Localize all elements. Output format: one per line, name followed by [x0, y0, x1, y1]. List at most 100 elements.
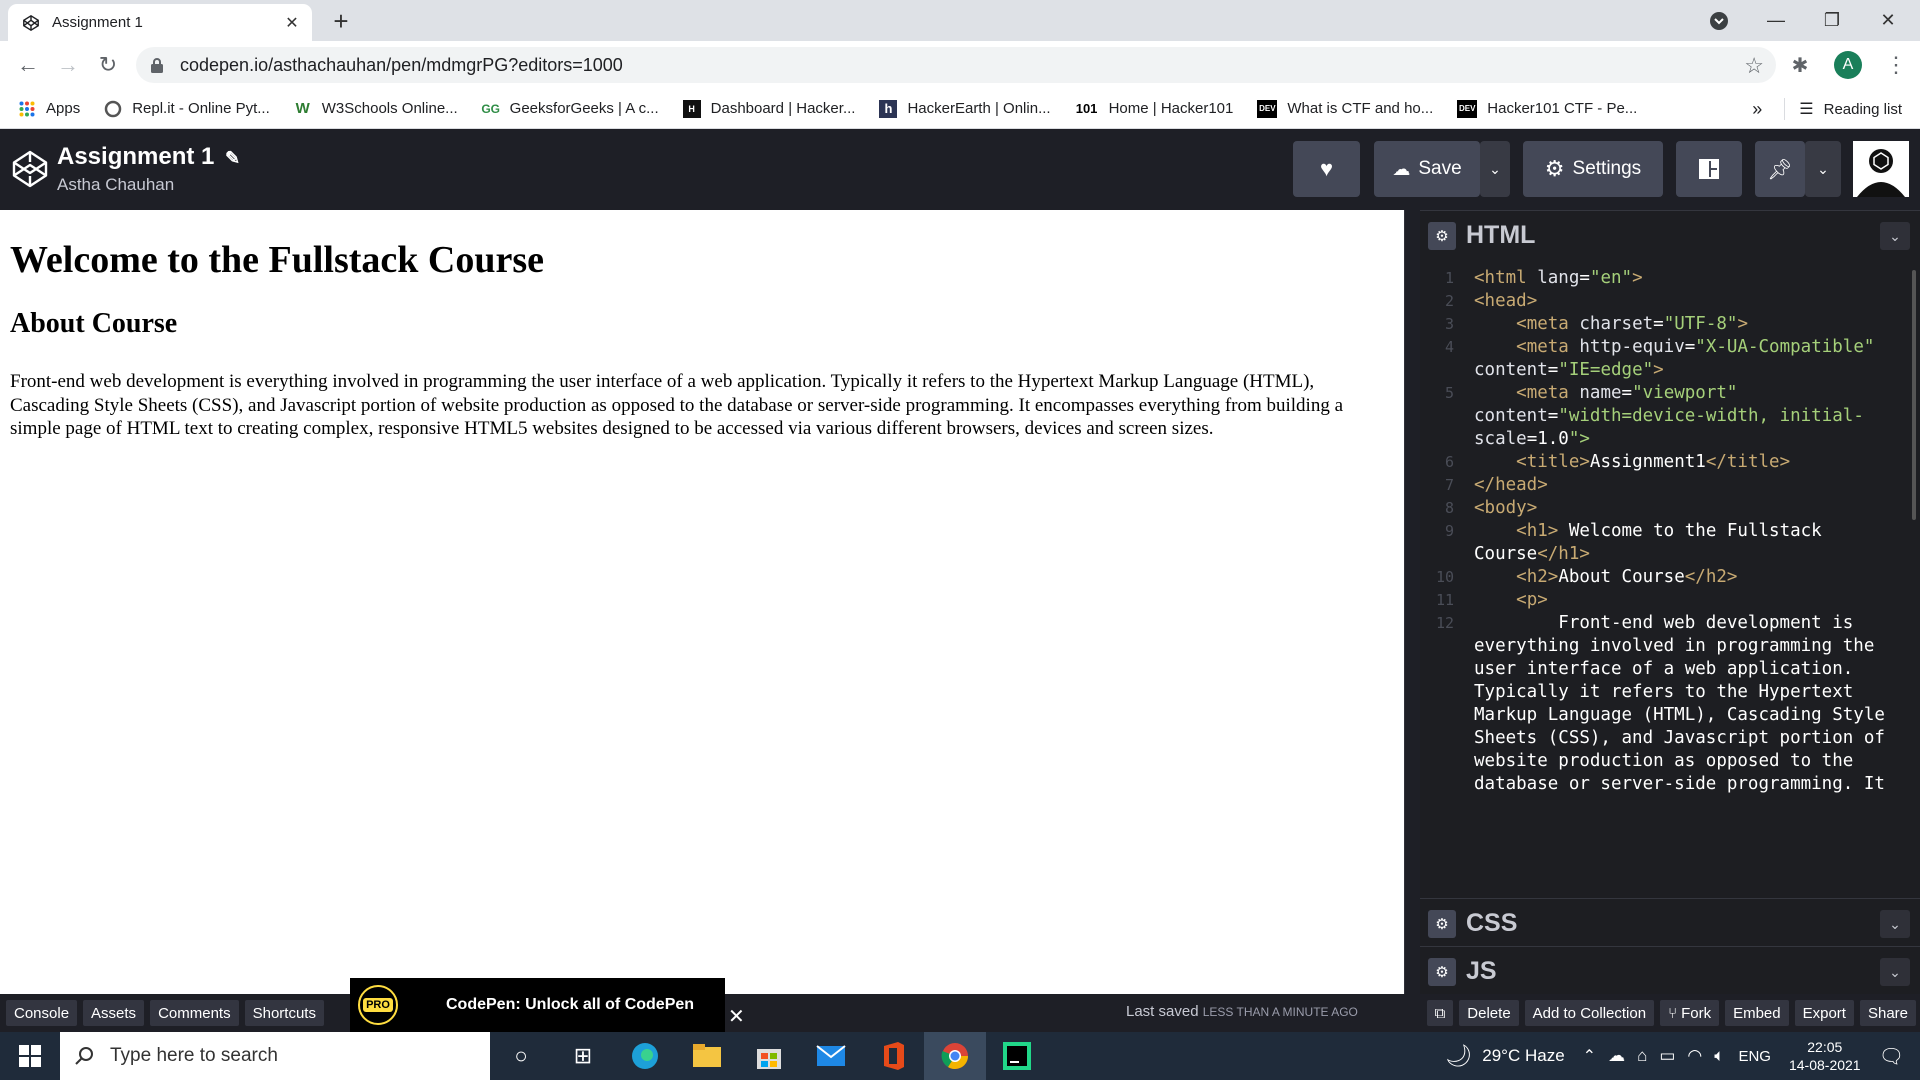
window-controls: — ❐ ✕	[1748, 0, 1916, 41]
bookmark-label: Apps	[46, 100, 81, 117]
preview-paragraph: Front-end web development is everything …	[10, 371, 1344, 439]
more-bookmarks-button[interactable]: »	[1752, 99, 1762, 120]
assets-button[interactable]: Assets	[83, 1000, 145, 1026]
pencil-icon[interactable]: ✎	[225, 148, 240, 168]
code-line[interactable]: database or server-side programming. It	[1420, 770, 1920, 798]
forward-icon[interactable]: →	[48, 52, 88, 78]
html-code-editor[interactable]: 1 <html lang="en"> 2 <head> 3 <meta charset=…	[1420, 260, 1920, 906]
change-view-button[interactable]	[1676, 141, 1742, 197]
reload-icon[interactable]: ↻	[88, 52, 128, 78]
onedrive-icon[interactable]: ☁	[1608, 1046, 1625, 1066]
codepen-favicon-icon	[23, 14, 39, 31]
css-settings-gear-icon[interactable]: ⚙	[1428, 909, 1456, 938]
editor-scrollbar[interactable]	[1912, 270, 1916, 520]
html-settings-gear-icon[interactable]: ⚙	[1428, 221, 1456, 250]
js-settings-gear-icon[interactable]: ⚙	[1428, 957, 1456, 986]
promo-close-icon[interactable]: ✕	[728, 1004, 745, 1029]
browser-tab[interactable]: Assignment 1 ✕	[8, 4, 312, 41]
mail-icon[interactable]	[800, 1032, 862, 1080]
delete-button[interactable]: Delete	[1459, 1000, 1519, 1026]
preview-heading-2: About Course	[10, 308, 178, 339]
add-to-collection-button[interactable]: Add to Collection	[1524, 1000, 1655, 1026]
codepen-logo-icon[interactable]	[10, 149, 50, 189]
search-icon	[75, 1047, 93, 1065]
save-button[interactable]: ☁ Save	[1374, 141, 1480, 197]
task-view-icon[interactable]: ⊞	[552, 1032, 614, 1080]
share-button[interactable]: Share	[1859, 1000, 1916, 1026]
back-icon[interactable]: ←	[8, 52, 48, 78]
profile-avatar[interactable]: A	[1834, 51, 1862, 79]
css-editor-header[interactable]: ⚙ CSS ⌄	[1420, 898, 1920, 948]
open-external-icon[interactable]: ⧉	[1426, 1000, 1454, 1026]
taskbar-search-box[interactable]: Type here to search	[60, 1032, 490, 1080]
tab-search-icon[interactable]	[1709, 0, 1731, 41]
store-icon[interactable]	[738, 1032, 800, 1080]
address-bar[interactable]: codepen.io/asthachauhan/pen/mdmgrPG?edit…	[136, 47, 1776, 83]
pin-button[interactable]: 📌︎	[1755, 141, 1805, 197]
embed-button[interactable]: Embed	[1725, 1000, 1789, 1026]
minimize-icon[interactable]: —	[1748, 10, 1804, 31]
weather-text[interactable]: 29°C Haze	[1482, 1046, 1564, 1066]
fork-button[interactable]: ⑂ Fork	[1660, 1000, 1720, 1026]
chrome-icon[interactable]	[924, 1032, 986, 1080]
html-collapse-chevron-down-icon[interactable]: ⌄	[1880, 222, 1910, 250]
pane-resizer[interactable]	[1404, 210, 1420, 994]
notifications-icon[interactable]: 🗨︎	[1879, 1044, 1904, 1069]
cortana-icon[interactable]: ○	[490, 1032, 552, 1080]
user-avatar[interactable]	[1853, 141, 1909, 197]
browser-menu-icon[interactable]: ⋮	[1876, 52, 1916, 78]
pro-badge: PRO	[358, 985, 398, 1025]
last-saved-time: LESS THAN A MINUTE AGO	[1202, 1005, 1358, 1019]
html-editor-title: HTML	[1466, 221, 1536, 249]
new-tab-button[interactable]: +	[326, 6, 356, 37]
device-icon[interactable]: ⌂	[1637, 1046, 1647, 1066]
bookmark-geeksforgeeks[interactable]: GG GeeksforGeeks | A c...	[481, 100, 658, 118]
fork-label: Fork	[1681, 1004, 1712, 1022]
pro-badge-text: PRO	[363, 998, 393, 1012]
bookmark-w3schools[interactable]: W W3Schools Online...	[294, 100, 458, 118]
last-saved-label: Last saved	[1126, 1003, 1199, 1020]
html-editor-header[interactable]: ⚙ HTML ⌄	[1420, 210, 1920, 260]
bookmark-ctf[interactable]: DEV What is CTF and ho...	[1257, 99, 1433, 118]
shortcuts-button[interactable]: Shortcuts	[244, 1000, 324, 1026]
pycharm-icon[interactable]	[986, 1032, 1048, 1080]
bookmark-star-icon[interactable]: ☆	[1744, 53, 1764, 79]
js-editor-title: JS	[1466, 957, 1497, 985]
language-indicator[interactable]: ENG	[1738, 1048, 1771, 1065]
bookmark-apps[interactable]: Apps	[18, 100, 80, 118]
windows-start-button[interactable]	[0, 1032, 60, 1080]
bookmark-hacker101-ctf[interactable]: DEV Hacker101 CTF - Pe...	[1457, 99, 1637, 118]
save-options-button[interactable]: ⌄	[1480, 141, 1510, 197]
pen-author[interactable]: Astha Chauhan	[57, 175, 174, 195]
css-collapse-chevron-down-icon[interactable]: ⌄	[1880, 910, 1910, 938]
js-editor-header[interactable]: ⚙ JS ⌄	[1420, 946, 1920, 996]
battery-icon[interactable]: ▭	[1659, 1046, 1675, 1066]
restore-icon[interactable]: ❐	[1804, 10, 1860, 31]
comments-button[interactable]: Comments	[150, 1000, 239, 1026]
pen-title[interactable]: Assignment 1 ✎	[57, 143, 240, 171]
window-close-icon[interactable]: ✕	[1860, 10, 1916, 31]
tab-close-icon[interactable]: ✕	[282, 13, 302, 33]
pen-title-text: Assignment 1	[57, 143, 215, 170]
extensions-icon[interactable]: ✱	[1780, 53, 1820, 78]
pro-promo-banner[interactable]: PRO CodePen: Unlock all of CodePen	[350, 978, 725, 1032]
pin-options-button[interactable]: ⌄	[1805, 141, 1841, 197]
love-button[interactable]: ♥	[1293, 141, 1360, 197]
js-collapse-chevron-down-icon[interactable]: ⌄	[1880, 958, 1910, 986]
bookmark-hackerearth[interactable]: h HackerEarth | Onlin...	[879, 99, 1051, 118]
volume-icon[interactable]: 🔈︎	[1714, 1046, 1724, 1066]
bookmark-hacker101[interactable]: 101 Home | Hacker101	[1075, 100, 1234, 118]
office-icon[interactable]	[862, 1032, 924, 1080]
bookmark-hackerrank[interactable]: H Dashboard | Hacker...	[682, 99, 855, 118]
bookmark-replit[interactable]: Repl.it - Online Pyt...	[104, 100, 270, 118]
export-button[interactable]: Export	[1794, 1000, 1854, 1026]
edge-browser-icon[interactable]	[614, 1032, 676, 1080]
file-explorer-icon[interactable]	[676, 1032, 738, 1080]
preview-heading-1: Welcome to the Fullstack Course	[10, 239, 545, 281]
reading-list-button[interactable]: Reading list	[1824, 101, 1902, 118]
console-button[interactable]: Console	[6, 1000, 78, 1026]
settings-button[interactable]: ⚙ Settings	[1523, 141, 1663, 197]
show-hidden-icons-icon[interactable]: ⌃	[1583, 1046, 1596, 1066]
wifi-icon[interactable]: ◠	[1687, 1046, 1702, 1066]
clock[interactable]: 22:05 14-08-2021	[1789, 1038, 1861, 1074]
